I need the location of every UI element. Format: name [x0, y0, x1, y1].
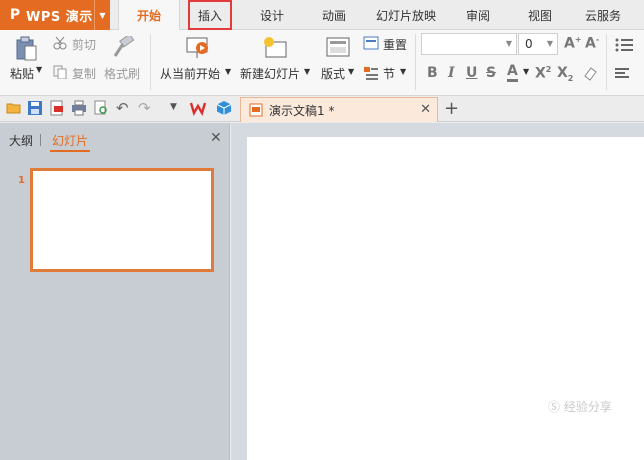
redo-icon[interactable]: ↷: [138, 99, 151, 117]
clear-format-icon[interactable]: [582, 64, 598, 82]
app-name: WPS 演示: [26, 9, 93, 25]
presentation-file-icon: [249, 103, 263, 117]
slide-number: 1: [18, 175, 25, 186]
pane-header: 大纲 幻灯片 ✕: [0, 123, 230, 155]
ribbon: 粘贴 ▼ 剪切 复制 格式刷 从当前开始 ▼ 新建幻灯片 ▼ 版式 ▼ 重置 节…: [0, 30, 644, 96]
tab-outline[interactable]: 大纲: [9, 132, 33, 149]
quick-access-bar: ↶ ↷ ▼ 演示文稿1 * ✕ +: [0, 96, 644, 122]
tab-cloud[interactable]: 云服务: [578, 0, 628, 30]
reset-icon: [363, 36, 379, 50]
tab-review[interactable]: 审阅: [460, 0, 496, 30]
new-slide-button[interactable]: 新建幻灯片: [240, 65, 300, 82]
copy-icon: [53, 65, 67, 79]
active-tab-indicator: [50, 150, 90, 152]
increase-font-icon[interactable]: A+: [564, 35, 582, 52]
underline-icon[interactable]: U: [466, 65, 477, 81]
reset-button[interactable]: 重置: [383, 36, 407, 53]
new-tab-icon[interactable]: +: [444, 98, 459, 119]
wps-w-icon[interactable]: [190, 100, 206, 116]
watermark: Ⓢ 经验分享: [548, 400, 612, 414]
undo-icon[interactable]: ↶: [116, 99, 129, 117]
app-menu-button[interactable]: P WPS 演示 ▼: [0, 0, 110, 30]
superscript-icon[interactable]: X2: [535, 65, 551, 82]
italic-icon[interactable]: I: [448, 65, 455, 81]
copy-button[interactable]: 复制: [72, 65, 96, 82]
font-name-select[interactable]: ▼: [421, 33, 517, 55]
strikethrough-icon[interactable]: S: [486, 65, 496, 81]
paste-button[interactable]: 粘贴: [10, 65, 34, 82]
tab-view[interactable]: 视图: [522, 0, 558, 30]
format-painter-button[interactable]: 格式刷: [104, 65, 140, 82]
ribbon-divider: [415, 34, 416, 90]
cut-button[interactable]: 剪切: [72, 36, 96, 53]
document-tab-title: 演示文稿1 *: [269, 103, 335, 118]
section-icon: [364, 67, 378, 80]
align-left-icon[interactable]: [615, 67, 635, 79]
close-icon[interactable]: ✕: [210, 130, 222, 146]
open-folder-icon[interactable]: [6, 100, 22, 116]
print-preview-icon[interactable]: [93, 100, 109, 116]
layout-button[interactable]: 版式: [321, 65, 345, 82]
cube-icon[interactable]: [216, 100, 232, 116]
wps-logo-icon: P: [9, 7, 21, 23]
tab-design[interactable]: 设计: [252, 0, 292, 30]
close-icon[interactable]: ✕: [420, 102, 431, 117]
tab-insert[interactable]: 插入: [188, 0, 232, 30]
chevron-down-icon[interactable]: ▼: [94, 0, 110, 30]
font-color-icon[interactable]: A: [507, 63, 518, 82]
tab-animation[interactable]: 动画: [314, 0, 354, 30]
ribbon-divider: [150, 34, 151, 90]
subscript-icon[interactable]: X2: [557, 65, 573, 83]
scissors-icon: [53, 36, 67, 50]
section-button[interactable]: 节: [383, 65, 395, 82]
layout-icon[interactable]: [326, 36, 350, 60]
menu-bar: P WPS 演示 ▼ 开始 插入 设计 动画 幻灯片放映 审阅 视图 云服务: [0, 0, 644, 31]
chevron-down-icon: ▼: [505, 39, 512, 48]
chevron-down-icon[interactable]: ▼: [304, 67, 310, 76]
chevron-down-icon[interactable]: ▼: [348, 67, 354, 76]
chevron-down-icon: ▼: [546, 39, 553, 48]
pane-tab-divider: [40, 134, 41, 146]
play-from-current-icon[interactable]: [185, 36, 211, 60]
slides-pane: 大纲 幻灯片 ✕ 1: [0, 123, 230, 460]
font-size-select[interactable]: 0 ▼: [518, 33, 558, 55]
chevron-down-icon[interactable]: ▼: [523, 67, 529, 76]
chevron-down-icon[interactable]: ▼: [400, 67, 406, 76]
export-pdf-icon[interactable]: [49, 100, 65, 116]
format-painter-icon[interactable]: [111, 36, 135, 58]
save-icon[interactable]: [27, 100, 43, 116]
paste-icon[interactable]: [14, 36, 38, 62]
play-from-current-button[interactable]: 从当前开始: [160, 65, 220, 82]
chevron-down-icon[interactable]: ▼: [36, 65, 42, 74]
tab-home[interactable]: 开始: [118, 0, 180, 31]
decrease-font-icon[interactable]: A-: [585, 35, 599, 52]
document-tab[interactable]: 演示文稿1 * ✕: [240, 97, 438, 122]
ribbon-divider: [606, 34, 607, 90]
print-icon[interactable]: [71, 100, 87, 116]
bold-icon[interactable]: B: [427, 65, 438, 81]
bullet-list-icon[interactable]: [615, 38, 635, 52]
new-slide-icon[interactable]: [262, 36, 288, 60]
tab-slideshow[interactable]: 幻灯片放映: [372, 0, 440, 30]
chevron-down-icon[interactable]: ▼: [225, 67, 231, 76]
tab-slides[interactable]: 幻灯片: [52, 132, 88, 149]
font-size-value: 0: [525, 37, 533, 51]
slide-thumbnail[interactable]: [30, 168, 214, 272]
customize-toolbar-icon[interactable]: ▼: [170, 102, 177, 112]
